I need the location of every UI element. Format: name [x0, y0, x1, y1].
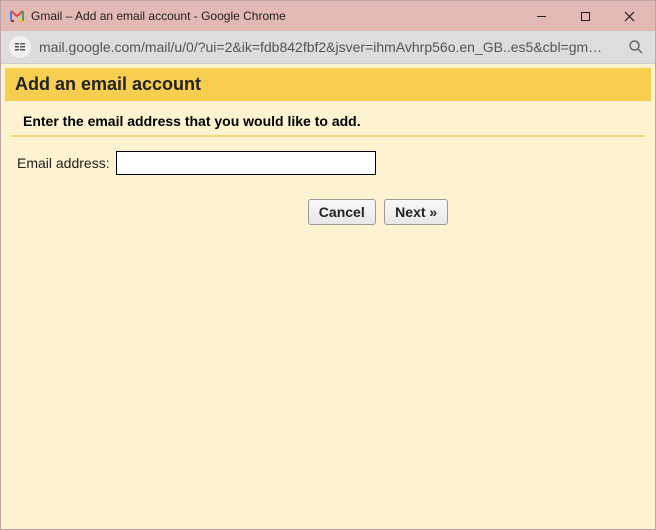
email-label: Email address:	[17, 155, 110, 171]
gmail-icon	[9, 8, 25, 24]
page-content: Add an email account Enter the email add…	[1, 64, 655, 529]
prompt-text: Enter the email address that you would l…	[11, 101, 645, 137]
email-row: Email address:	[17, 151, 639, 175]
window-title: Gmail – Add an email account - Google Ch…	[31, 9, 519, 23]
button-row: Cancel Next »	[17, 199, 639, 225]
window-titlebar: Gmail – Add an email account - Google Ch…	[1, 1, 655, 31]
close-button[interactable]	[607, 2, 651, 30]
email-input[interactable]	[116, 151, 376, 175]
url-text[interactable]: mail.google.com/mail/u/0/?ui=2&ik=fdb842…	[39, 39, 619, 55]
minimize-button[interactable]	[519, 2, 563, 30]
page-header: Add an email account	[5, 68, 651, 101]
window-controls	[519, 2, 651, 30]
site-info-icon[interactable]	[9, 36, 31, 58]
address-bar: mail.google.com/mail/u/0/?ui=2&ik=fdb842…	[1, 31, 655, 64]
page-title: Add an email account	[15, 74, 641, 95]
cancel-button[interactable]: Cancel	[308, 199, 376, 225]
zoom-icon[interactable]	[625, 36, 647, 58]
next-button[interactable]: Next »	[384, 199, 448, 225]
maximize-button[interactable]	[563, 2, 607, 30]
